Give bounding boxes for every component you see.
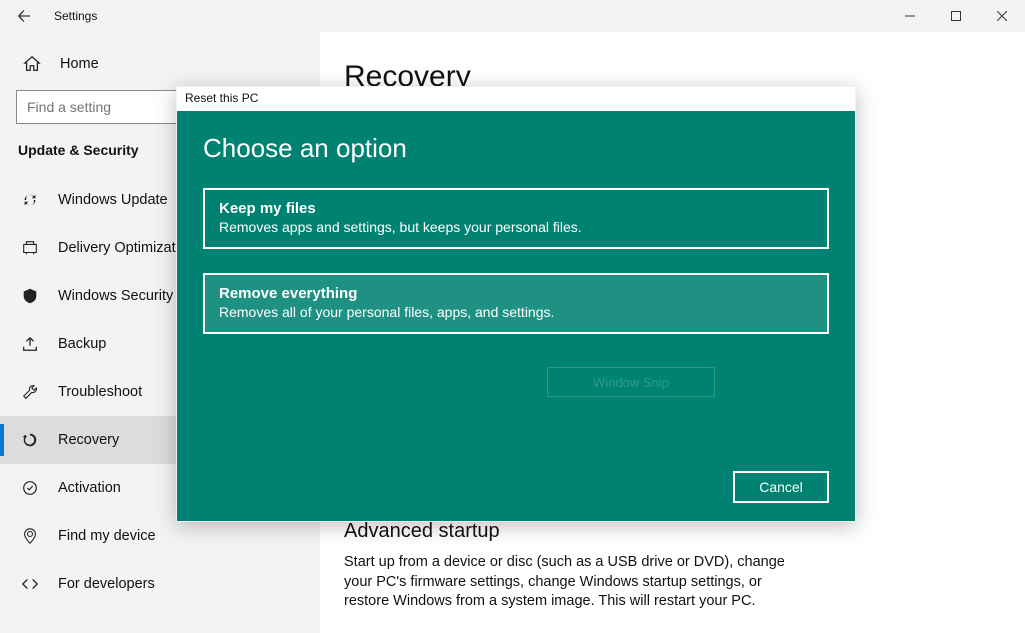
- sidebar-item-label: Windows Update: [58, 192, 168, 208]
- dialog-heading: Choose an option: [203, 133, 829, 164]
- sidebar-item-for-developers[interactable]: For developers: [0, 560, 320, 608]
- option-title: Keep my files: [219, 200, 813, 217]
- sidebar-item-label: Backup: [58, 336, 106, 352]
- option-title: Remove everything: [219, 285, 813, 302]
- titlebar: Settings: [0, 0, 1025, 32]
- advanced-startup-heading: Advanced startup: [344, 520, 814, 543]
- close-button[interactable]: [979, 0, 1025, 32]
- developer-icon: [18, 575, 42, 593]
- window-snip-ghost: Window Snip: [547, 367, 715, 397]
- sidebar-item-label: Windows Security: [58, 288, 173, 304]
- cancel-button[interactable]: Cancel: [733, 471, 829, 503]
- sidebar-item-label: Troubleshoot: [58, 384, 142, 400]
- delivery-icon: [18, 239, 42, 257]
- backup-icon: [18, 335, 42, 353]
- option-desc: Removes all of your personal files, apps…: [219, 304, 813, 320]
- window-title: Settings: [54, 9, 97, 23]
- back-button[interactable]: [0, 0, 48, 32]
- activation-icon: [18, 479, 42, 497]
- advanced-startup-body: Start up from a device or disc (such as …: [344, 553, 804, 612]
- option-keep-my-files[interactable]: Keep my files Removes apps and settings,…: [203, 188, 829, 249]
- option-desc: Removes apps and settings, but keeps you…: [219, 219, 813, 235]
- minimize-icon: [905, 11, 915, 21]
- wrench-icon: [18, 383, 42, 401]
- reset-pc-dialog: Reset this PC Choose an option Keep my f…: [176, 86, 856, 522]
- close-icon: [997, 11, 1007, 21]
- maximize-icon: [951, 11, 961, 21]
- maximize-button[interactable]: [933, 0, 979, 32]
- shield-icon: [18, 287, 42, 305]
- sidebar-item-label: Activation: [58, 480, 121, 496]
- home-icon: [22, 55, 42, 73]
- option-remove-everything[interactable]: Remove everything Removes all of your pe…: [203, 273, 829, 334]
- sidebar-item-label: Delivery Optimization: [58, 240, 195, 256]
- back-arrow-icon: [16, 8, 32, 24]
- dialog-window-title: Reset this PC: [177, 87, 855, 111]
- minimize-button[interactable]: [887, 0, 933, 32]
- sidebar-home[interactable]: Home: [0, 42, 320, 86]
- sidebar-item-label: Recovery: [58, 432, 119, 448]
- sidebar-item-label: Find my device: [58, 528, 156, 544]
- recovery-icon: [18, 431, 42, 449]
- sidebar-item-label: For developers: [58, 576, 155, 592]
- location-icon: [18, 527, 42, 545]
- sync-icon: [18, 191, 42, 209]
- sidebar-home-label: Home: [60, 56, 99, 72]
